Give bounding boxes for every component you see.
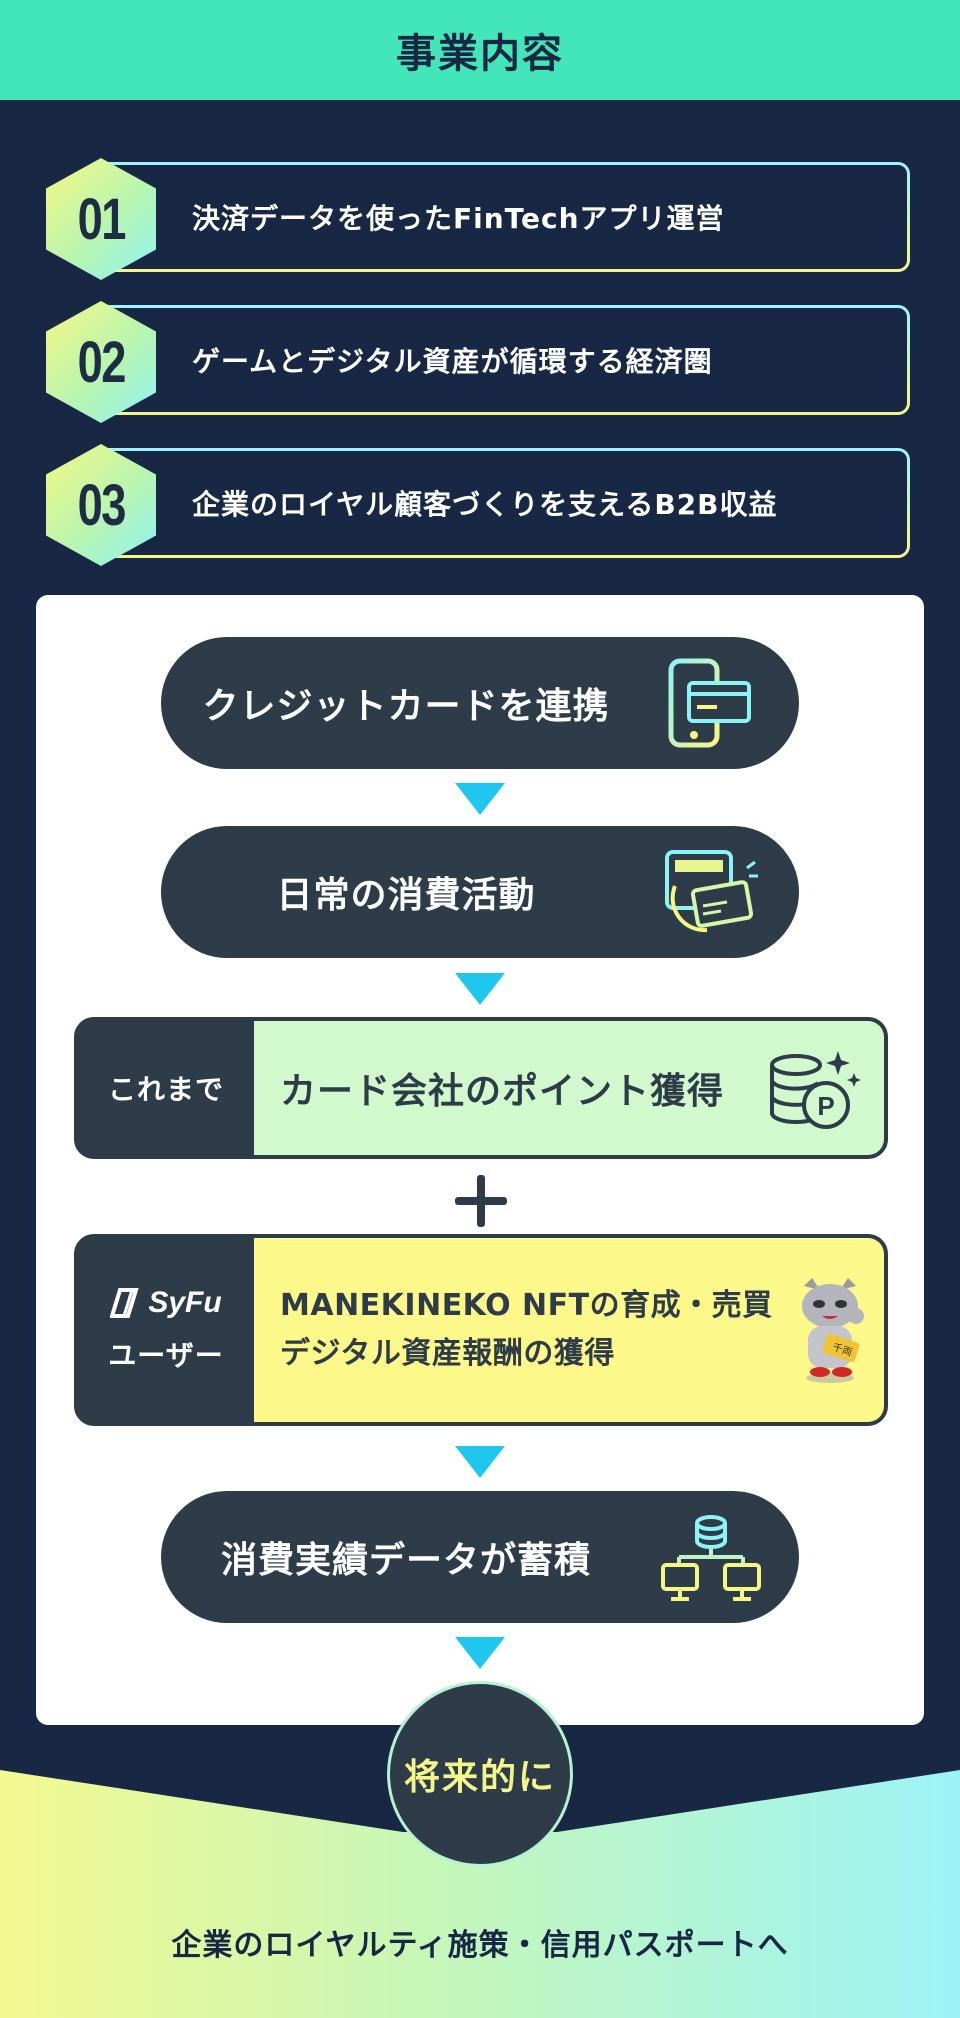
feature-number: 03 [77,472,126,538]
side-label-text: ユーザー [108,1339,224,1372]
flow-arrow [455,1637,505,1669]
svg-text:P: P [817,1091,834,1121]
manekineko-character: 千両 [802,1278,864,1383]
feature-text: 決済データを使ったFinTechアプリ運営 [192,202,725,235]
page-header: 事業内容 [0,0,960,100]
feature-number: 01 [77,186,126,252]
feature-text: ゲームとデジタル資産が循環する経済圏 [192,345,713,378]
smartphone-card-icon [668,658,751,748]
step-card-link: クレジットカードを連携 [161,637,799,769]
syfu-user-box: SyFu ユーザー MANEKINEKO NFTの育成・売買 デジタル資産報酬の… [74,1234,888,1426]
points-content: カード会社のポイント獲得 P [254,1021,884,1155]
points-label: カード会社のポイント獲得 [280,1071,725,1112]
coins-point-icon: P [770,1051,861,1129]
syfu-text: MANEKINEKO NFTの育成・売買 デジタル資産報酬の獲得 [280,1282,773,1378]
side-label-text: これまで [107,1073,224,1106]
side-label: これまで [78,1021,254,1155]
step-label: 日常の消費活動 [276,875,536,916]
step-label: クレジットカードを連携 [202,686,610,727]
feature-text: 企業のロイヤル顧客づくりを支えるB2B収益 [192,488,778,521]
syfu-line-1: MANEKINEKO NFTの育成・売買 [280,1288,773,1323]
syfu-content: MANEKINEKO NFTの育成・売買 デジタル資産報酬の獲得 千両 [254,1238,884,1422]
future-badge: 将来的に [387,1681,573,1867]
step-label: 消費実績データが蓄積 [220,1540,591,1581]
footer-text: 企業のロイヤルティ施策・信用パスポートへ [171,1928,789,1963]
feature-item-01: 01 決済データを使ったFinTechアプリ運営 [46,158,910,280]
future-label: 将来的に [403,1757,556,1798]
database-network-icon [661,1515,761,1601]
plus-icon [455,1175,507,1227]
flow-arrow [455,783,505,815]
syfu-logo-text: SyFu [148,1286,222,1319]
card-points-box: これまで カード会社のポイント獲得 P [74,1017,888,1159]
syfu-logo: SyFu [110,1286,222,1320]
syfu-side-label: SyFu ユーザー [78,1238,254,1422]
flow-arrow [455,973,505,1005]
step-data-accumulation: 消費実績データが蓄積 [161,1491,799,1623]
flow-arrow [455,1446,505,1478]
feature-item-02: 02 ゲームとデジタル資産が循環する経済圏 [46,301,910,423]
payment-card-icon [665,850,758,933]
step-daily-spending: 日常の消費活動 [161,826,799,958]
feature-item-03: 03 企業のロイヤル顧客づくりを支えるB2B収益 [46,444,910,566]
syfu-line-2: デジタル資産報酬の獲得 [280,1336,615,1371]
feature-number: 02 [77,329,126,395]
syfu-logo-icon [110,1288,140,1318]
page-title: 事業内容 [396,31,564,77]
